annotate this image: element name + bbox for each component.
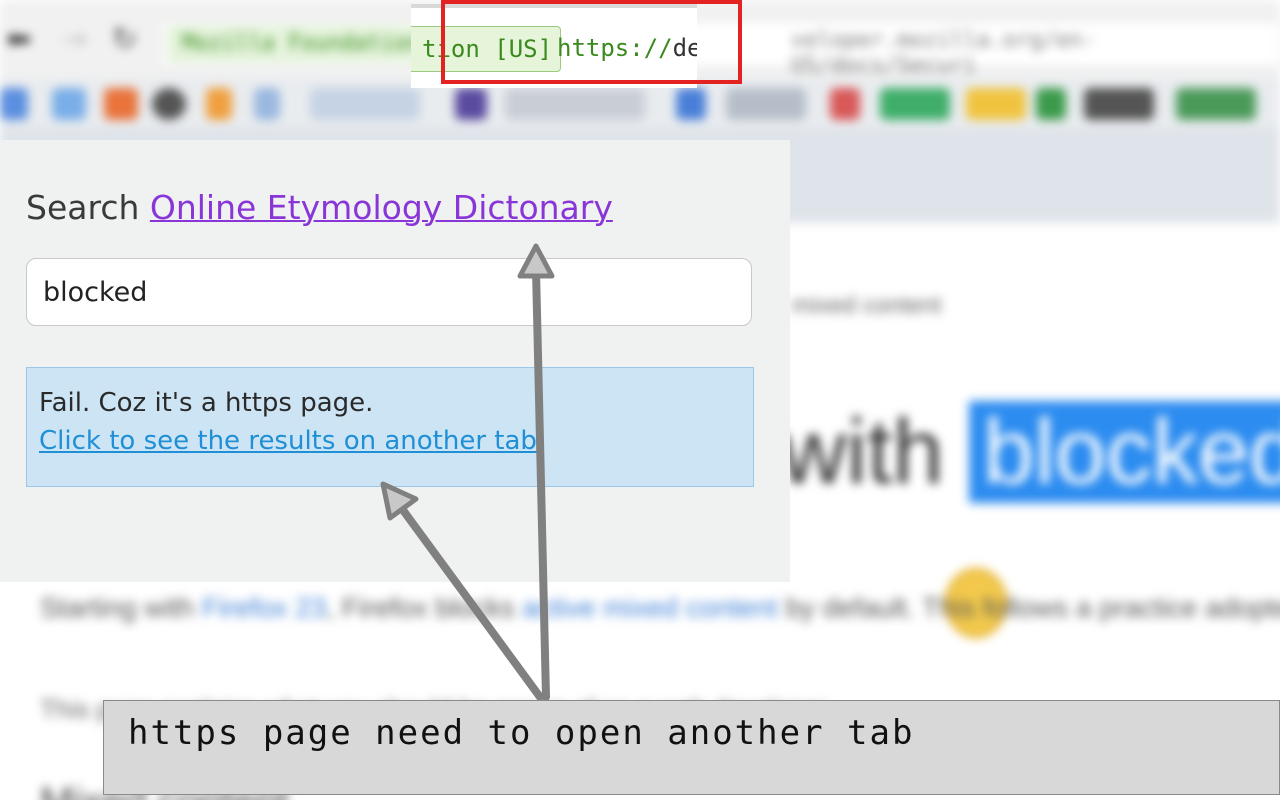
bookmark-icon[interactable]: [966, 88, 1026, 120]
page-title: with blocked m: [780, 400, 1280, 505]
open-results-tab-link[interactable]: Click to see the results on another tab: [39, 426, 537, 456]
bookmark-icon[interactable]: [52, 88, 86, 120]
bookmark-icon[interactable]: [455, 88, 487, 120]
intro-text-mid: , Firefox blocks: [326, 592, 523, 623]
bookmark-icon[interactable]: [206, 88, 232, 120]
etymology-dictionary-link[interactable]: Online Etymology Dictonary: [150, 188, 613, 227]
active-mixed-content-link[interactable]: active mixed content: [522, 592, 777, 623]
search-input[interactable]: [26, 258, 752, 326]
forward-arrow-icon[interactable]: →: [62, 22, 87, 57]
bookmark-icon[interactable]: [254, 88, 280, 120]
bookmark-icon[interactable]: [152, 88, 186, 120]
result-message: Fail. Coz it's a https page.: [39, 388, 374, 418]
popup-title-prefix: Search: [26, 188, 150, 227]
page-title-prefix: with: [780, 401, 970, 503]
extension-popup: Search Online Etymology Dictonary Fail. …: [0, 140, 790, 582]
popup-title: Search Online Etymology Dictonary: [26, 188, 613, 227]
firefox-23-link[interactable]: Firefox 23: [202, 592, 327, 623]
highlight-box: [441, 0, 742, 84]
reload-icon[interactable]: ↻: [112, 22, 137, 57]
bookmark-icon[interactable]: [505, 88, 645, 120]
bookmark-icon[interactable]: [1176, 88, 1256, 120]
screenshot-stage: ⬅ → ↻ Mozilla Foundation [US] veloper.mo…: [0, 0, 1280, 800]
intro-paragraph: Starting with Firefox 23, Firefox blocks…: [40, 592, 1280, 624]
page-title-highlight: blocked: [969, 401, 1280, 503]
bookmark-icon[interactable]: [880, 88, 950, 120]
bookmark-icon[interactable]: [676, 88, 706, 120]
address-bar-url: veloper.mozilla.org/en-US/docs/Securi: [791, 28, 1096, 78]
bookmark-icon[interactable]: [1084, 88, 1154, 120]
intro-text-end: by default. This follows a practice adop…: [785, 592, 1280, 623]
breadcrumb[interactable]: mixed content: [792, 292, 941, 320]
bookmark-icon[interactable]: [104, 88, 138, 120]
bookmark-icon[interactable]: [830, 88, 860, 120]
intro-text-start: Starting with: [40, 592, 202, 623]
result-panel: Fail. Coz it's a https page. Click to se…: [26, 367, 754, 487]
back-arrow-icon[interactable]: ⬅: [6, 22, 31, 57]
bookmark-icon[interactable]: [310, 88, 420, 120]
annotation-caption: https page need to open another tab: [103, 700, 1280, 795]
bookmark-icon[interactable]: [1036, 88, 1066, 120]
bookmark-icon[interactable]: [726, 88, 806, 120]
bookmark-icon[interactable]: [0, 88, 28, 120]
